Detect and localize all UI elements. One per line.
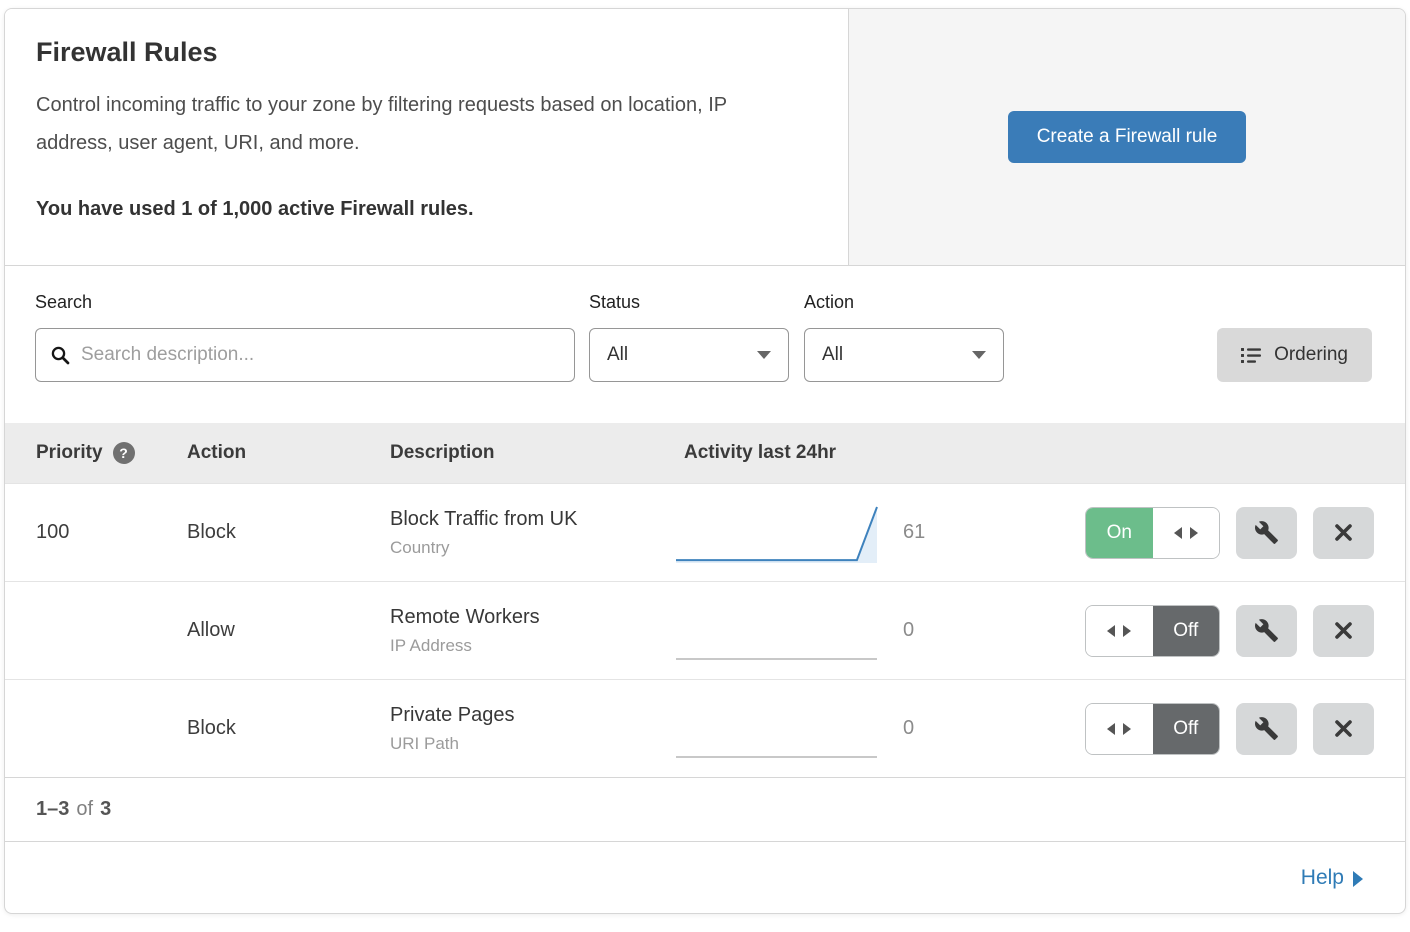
toggle-state-label: On <box>1086 508 1153 558</box>
action-cell: Allow <box>187 619 390 642</box>
page-title: Firewall Rules <box>36 37 814 68</box>
create-firewall-rule-button[interactable]: Create a Firewall rule <box>1008 111 1247 163</box>
table-row: Block Private Pages URI Path 0 Off <box>5 679 1405 777</box>
search-icon <box>50 345 71 366</box>
action-cell: Block <box>187 521 390 544</box>
wrench-icon <box>1254 716 1279 741</box>
activity-sparkline <box>674 600 879 662</box>
column-activity: Activity last 24hr <box>674 442 836 464</box>
right-triangle-icon <box>1353 871 1363 887</box>
column-priority: Priority ? <box>5 442 187 464</box>
activity-count-cell: 61 <box>879 521 1059 544</box>
priority-help-icon[interactable]: ? <box>113 442 135 464</box>
delete-rule-button[interactable] <box>1313 703 1374 755</box>
column-action: Action <box>187 442 390 464</box>
rule-controls: Off <box>1085 703 1374 755</box>
rule-controls: Off <box>1085 605 1374 657</box>
rule-type: Country <box>390 538 674 558</box>
filters-bar: Search Status All Action All <box>5 266 1405 423</box>
activity-count: 0 <box>903 717 914 739</box>
wrench-icon <box>1254 618 1279 643</box>
ordering-button[interactable]: Ordering <box>1217 328 1372 382</box>
table-row: Allow Remote Workers IP Address 0 Off <box>5 581 1405 679</box>
ordering-list-icon <box>1241 347 1262 364</box>
page-description: Control incoming traffic to your zone by… <box>36 86 806 162</box>
column-description: Description <box>390 442 674 464</box>
description-cell: Private Pages URI Path <box>390 704 674 754</box>
search-box <box>35 328 575 382</box>
wrench-icon <box>1254 520 1279 545</box>
rule-description: Block Traffic from UK <box>390 508 674 531</box>
pagination-of: of <box>76 798 93 821</box>
action-cell: Block <box>187 717 390 740</box>
table-row: 100 Block Block Traffic from UK Country … <box>5 483 1405 581</box>
edit-rule-button[interactable] <box>1236 703 1297 755</box>
action-selected-value: All <box>822 344 843 366</box>
close-icon <box>1334 719 1353 738</box>
action-label: Action <box>804 292 1019 313</box>
chevron-down-icon <box>972 351 986 359</box>
pagination-total: 3 <box>100 798 111 821</box>
status-label: Status <box>589 292 804 313</box>
rule-enabled-toggle[interactable]: On <box>1085 507 1220 559</box>
firewall-rules-card: Firewall Rules Control incoming traffic … <box>4 8 1406 914</box>
search-group: Search <box>35 292 589 382</box>
intro-panel: Firewall Rules Control incoming traffic … <box>5 9 849 265</box>
priority-cell: 100 <box>5 521 187 544</box>
create-rule-panel: Create a Firewall rule <box>849 9 1405 265</box>
rule-type: IP Address <box>390 636 674 656</box>
rule-description: Private Pages <box>390 704 674 727</box>
edit-rule-button[interactable] <box>1236 605 1297 657</box>
page-header: Firewall Rules Control incoming traffic … <box>5 9 1405 266</box>
chevron-down-icon <box>757 351 771 359</box>
help-link[interactable]: Help <box>1301 866 1363 890</box>
activity-count-cell: 0 <box>879 717 1059 740</box>
description-cell: Block Traffic from UK Country <box>390 508 674 558</box>
toggle-state-label: Off <box>1153 704 1220 754</box>
status-selected-value: All <box>607 344 628 366</box>
delete-rule-button[interactable] <box>1313 507 1374 559</box>
rule-controls: On <box>1085 507 1374 559</box>
status-group: Status All <box>589 292 804 382</box>
close-icon <box>1334 523 1353 542</box>
action-select[interactable]: All <box>804 328 1004 382</box>
toggle-grip-icon <box>1086 606 1153 656</box>
table-header: Priority ? Action Description Activity l… <box>5 423 1405 483</box>
usage-note: You have used 1 of 1,000 active Firewall… <box>36 198 814 221</box>
rules-table: Priority ? Action Description Activity l… <box>5 423 1405 777</box>
rule-description: Remote Workers <box>390 606 674 629</box>
toggle-state-label: Off <box>1153 606 1220 656</box>
toggle-grip-icon <box>1086 704 1153 754</box>
status-select[interactable]: All <box>589 328 789 382</box>
pagination-range: 1–3 <box>36 798 69 821</box>
toggle-grip-icon <box>1153 508 1220 558</box>
search-label: Search <box>35 292 589 313</box>
close-icon <box>1334 621 1353 640</box>
description-cell: Remote Workers IP Address <box>390 606 674 656</box>
rule-enabled-toggle[interactable]: Off <box>1085 703 1220 755</box>
priority-header-label: Priority <box>36 442 103 464</box>
activity-sparkline <box>674 502 879 564</box>
pagination-bar: 1–3 of 3 <box>5 777 1405 842</box>
activity-count: 0 <box>903 619 914 641</box>
activity-sparkline <box>674 698 879 760</box>
search-input[interactable] <box>81 344 560 366</box>
activity-count: 61 <box>903 521 925 543</box>
help-link-label: Help <box>1301 866 1344 890</box>
delete-rule-button[interactable] <box>1313 605 1374 657</box>
action-group: Action All <box>804 292 1019 382</box>
edit-rule-button[interactable] <box>1236 507 1297 559</box>
ordering-button-label: Ordering <box>1274 344 1348 366</box>
rule-type: URI Path <box>390 734 674 754</box>
activity-count-cell: 0 <box>879 619 1059 642</box>
help-bar: Help <box>5 842 1405 913</box>
rule-enabled-toggle[interactable]: Off <box>1085 605 1220 657</box>
